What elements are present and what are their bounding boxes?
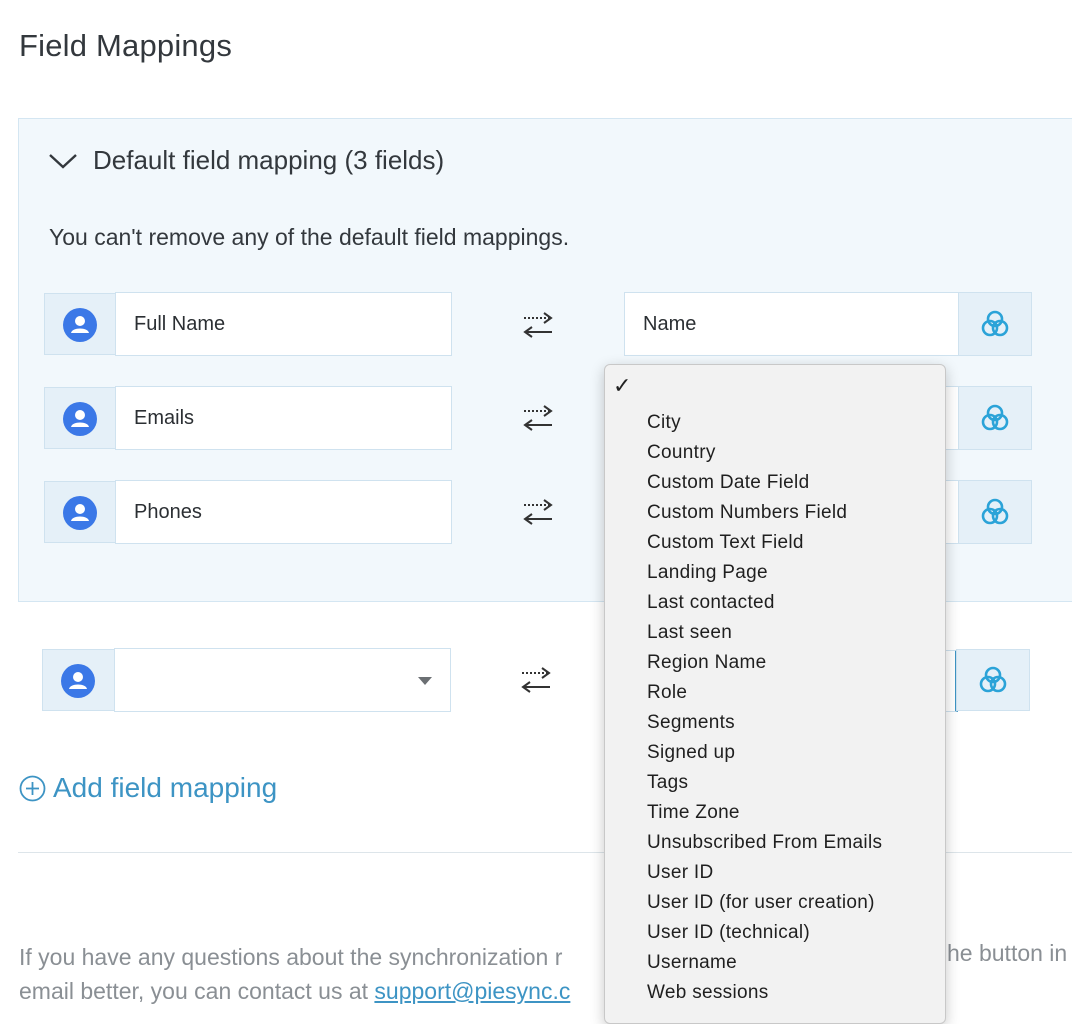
new-source-field-select[interactable] xyxy=(114,648,451,712)
support-email-link[interactable]: support@piesync.c xyxy=(374,978,570,1004)
target-field-dropdown-menu[interactable]: ✓ City Country Custom Date Field Custom … xyxy=(604,364,946,1024)
app-logo-icon xyxy=(981,310,1009,337)
add-field-mapping-label: Add field mapping xyxy=(53,772,278,803)
swap-arrows-icon xyxy=(521,667,551,693)
swap-arrows-icon xyxy=(523,312,553,338)
dropdown-option[interactable]: Tags xyxy=(647,771,882,801)
app-logo-icon xyxy=(979,666,1007,693)
help-line-2-prefix: email better, you can contact us at xyxy=(19,978,375,1004)
help-line-1-end: he button in xyxy=(947,940,1068,966)
dropdown-option[interactable]: User ID (technical) xyxy=(647,921,882,951)
dropdown-option[interactable]: Signed up xyxy=(647,741,882,771)
dropdown-option[interactable]: Landing Page xyxy=(647,561,882,591)
swap-arrows-icon xyxy=(523,405,553,431)
target-app-icon-box xyxy=(956,649,1030,711)
checkmark-icon: ✓ xyxy=(613,373,632,398)
dropdown-option[interactable]: City xyxy=(647,411,882,441)
dropdown-option[interactable]: User ID xyxy=(647,861,882,891)
source-field-full-name[interactable]: Full Name xyxy=(115,292,452,356)
dropdown-option[interactable]: Time Zone xyxy=(647,801,882,831)
source-app-icon-box xyxy=(42,649,114,711)
dropdown-option[interactable]: Custom Date Field xyxy=(647,471,882,501)
dropdown-option[interactable]: Last contacted xyxy=(647,591,882,621)
caret-down-icon xyxy=(418,677,432,685)
app-logo-icon xyxy=(981,404,1009,431)
help-text: If you have any questions about the sync… xyxy=(19,940,570,1008)
dropdown-option[interactable]: Web sessions xyxy=(647,981,882,1011)
dropdown-option[interactable]: User ID (for user creation) xyxy=(647,891,882,921)
target-app-icon-box xyxy=(958,386,1032,450)
dropdown-option[interactable]: Custom Numbers Field xyxy=(647,501,882,531)
dropdown-option[interactable]: Region Name xyxy=(647,651,882,681)
swap-arrows-icon xyxy=(523,499,553,525)
dropdown-option[interactable]: Custom Text Field xyxy=(647,531,882,561)
dropdown-option[interactable]: Username xyxy=(647,951,882,981)
dropdown-option[interactable]: Role xyxy=(647,681,882,711)
person-icon xyxy=(63,402,97,436)
dropdown-option[interactable]: Segments xyxy=(647,711,882,741)
source-field-phones[interactable]: Phones xyxy=(115,480,452,544)
help-line-1: If you have any questions about the sync… xyxy=(19,944,563,970)
source-field-emails[interactable]: Emails xyxy=(115,386,452,450)
person-icon xyxy=(63,308,97,342)
chevron-down-icon[interactable] xyxy=(48,150,78,172)
person-icon xyxy=(61,664,95,698)
panel-title[interactable]: Default field mapping (3 fields) xyxy=(93,145,444,176)
target-app-icon-box xyxy=(958,292,1032,356)
app-logo-icon xyxy=(981,498,1009,525)
panel-note: You can't remove any of the default fiel… xyxy=(49,224,570,250)
dropdown-option[interactable]: Unsubscribed From Emails xyxy=(647,831,882,861)
person-icon xyxy=(63,496,97,530)
add-field-mapping-link[interactable]: Add field mapping xyxy=(19,772,277,804)
target-field-name[interactable]: Name xyxy=(624,292,959,356)
dropdown-option[interactable]: Last seen xyxy=(647,621,882,651)
target-app-icon-box xyxy=(958,480,1032,544)
help-line-2: email better, you can contact us at supp… xyxy=(19,974,570,1008)
source-app-icon-box xyxy=(44,481,116,543)
dropdown-option[interactable]: Country xyxy=(647,441,882,471)
source-app-icon-box xyxy=(44,293,116,355)
dropdown-options-list: City Country Custom Date Field Custom Nu… xyxy=(647,411,882,1011)
page-title: Field Mappings xyxy=(19,28,233,63)
plus-circle-icon xyxy=(19,775,46,801)
source-app-icon-box xyxy=(44,387,116,449)
